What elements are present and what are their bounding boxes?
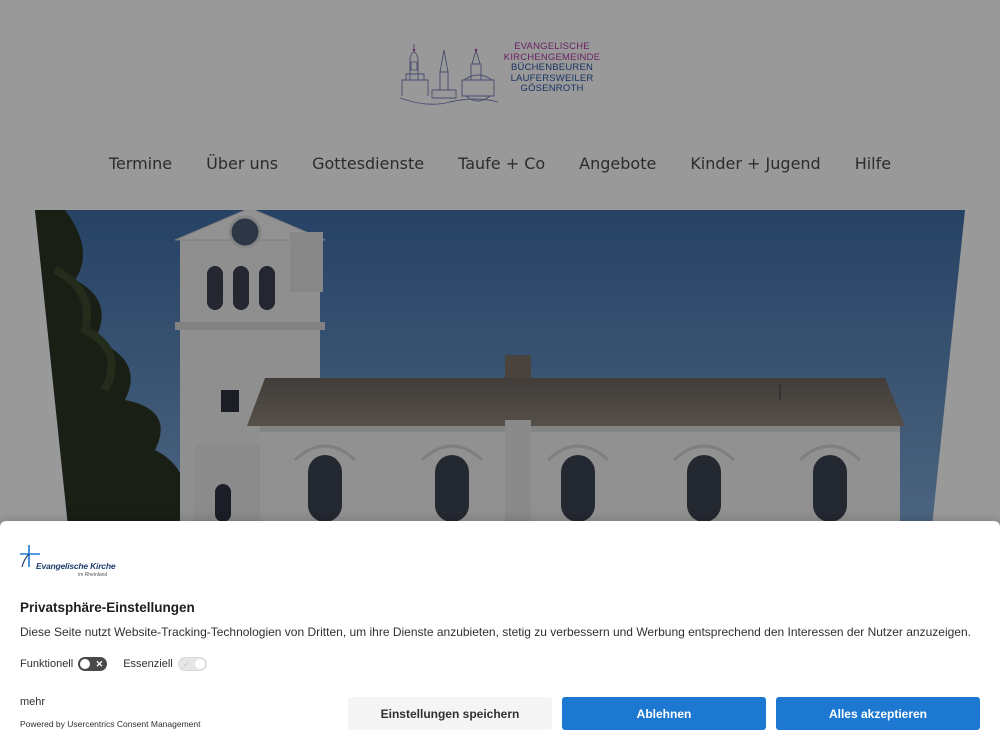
brand-name: Evangelische Kirche bbox=[36, 561, 116, 571]
toggle-label-essenziell: Essenziell bbox=[123, 658, 173, 670]
close-icon: ✕ bbox=[95, 659, 104, 669]
powered-by-text: Powered by Usercentrics Consent Manageme… bbox=[20, 719, 201, 729]
accept-all-button[interactable]: Alles akzeptieren bbox=[776, 697, 980, 730]
consent-title: Privatsphäre-Einstellungen bbox=[20, 600, 195, 615]
deny-button[interactable]: Ablehnen bbox=[562, 697, 766, 730]
check-icon: ✓ bbox=[182, 659, 191, 669]
ekir-brand-logo: Evangelische Kirche im Rheinland bbox=[20, 545, 130, 579]
toggle-label-funktionell: Funktionell bbox=[20, 658, 74, 670]
consent-description: Diese Seite nutzt Website-Tracking-Techn… bbox=[20, 625, 971, 639]
toggle-knob bbox=[80, 659, 91, 669]
save-settings-button[interactable]: Einstellungen speichern bbox=[348, 697, 552, 730]
brand-subtitle: im Rheinland bbox=[78, 572, 108, 578]
more-link[interactable]: mehr bbox=[20, 696, 45, 708]
toggle-knob bbox=[194, 659, 205, 669]
consent-category-toggles: Funktionell ✕ Essenziell ✓ bbox=[20, 657, 223, 671]
funktionell-toggle[interactable]: ✕ bbox=[78, 657, 108, 671]
essenziell-toggle: ✓ bbox=[177, 657, 207, 671]
cookie-consent-banner: Evangelische Kirche im Rheinland Privats… bbox=[0, 521, 1000, 750]
